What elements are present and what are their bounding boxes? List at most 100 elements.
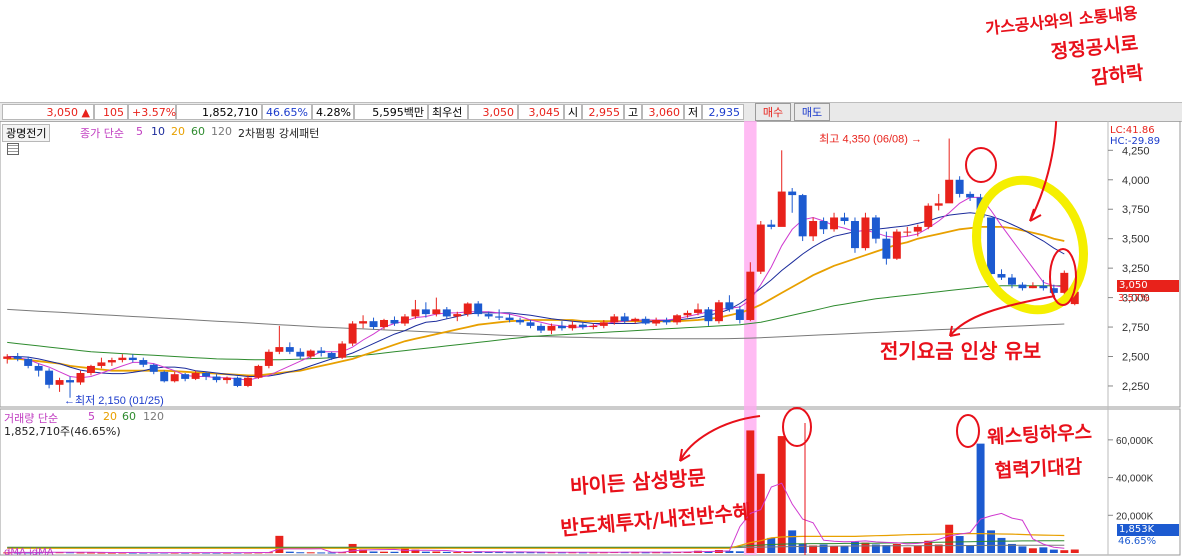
candle-body xyxy=(620,316,629,322)
candle-body xyxy=(264,351,273,366)
volume-bar xyxy=(746,430,755,553)
candle-body xyxy=(453,314,462,317)
sell-button[interactable]: 매도 xyxy=(794,103,830,121)
hc-value: HC:-29.89 xyxy=(1110,136,1161,147)
candle-body xyxy=(107,360,116,363)
volume-ma5-line xyxy=(7,482,1065,554)
candle-body xyxy=(118,357,127,361)
turnover: 4.28% xyxy=(312,104,354,120)
low-value: 2,935 xyxy=(702,104,744,120)
candle-body xyxy=(212,376,221,381)
volume-bar xyxy=(421,551,430,553)
candle-body xyxy=(934,203,943,206)
candle-body xyxy=(966,193,975,198)
volume-bar xyxy=(1070,549,1079,553)
candle-body xyxy=(830,217,839,230)
candle-body xyxy=(411,309,420,317)
ma-legend-20: 20 xyxy=(171,125,185,138)
candle-body xyxy=(589,325,598,328)
ma-legend-5: 5 xyxy=(136,125,143,138)
red-circle-volume-spike-2 xyxy=(956,414,980,448)
stock-name[interactable]: 광명전기 xyxy=(2,124,51,142)
candle-body xyxy=(76,373,85,383)
best-ask: 3,050 xyxy=(468,104,518,120)
candle-body xyxy=(3,356,12,359)
annotation-wh-line-2: 협력기대감 xyxy=(994,455,1083,483)
volume-bar xyxy=(296,552,305,554)
open-label: 시 xyxy=(564,104,582,120)
candle-body xyxy=(871,217,880,239)
candle-body xyxy=(547,325,556,331)
volume-bar xyxy=(1049,549,1058,553)
candle-body xyxy=(756,224,765,272)
volume-bar xyxy=(955,536,964,553)
open-value: 2,955 xyxy=(582,104,624,120)
candle-body xyxy=(987,217,996,275)
candle-body xyxy=(955,179,964,194)
ma-legend-10: 10 xyxy=(151,125,165,138)
volume-bar xyxy=(735,551,744,553)
candle-body xyxy=(1018,284,1027,289)
candle-body xyxy=(463,303,472,315)
candle-body xyxy=(191,373,200,379)
candle-body xyxy=(652,319,661,324)
candle-body xyxy=(568,324,577,329)
candle-body xyxy=(202,373,211,377)
volume-bar xyxy=(1028,548,1037,553)
low-label: 저 xyxy=(684,104,702,120)
candle-body xyxy=(243,377,252,386)
candle-body xyxy=(149,364,158,372)
candle-body xyxy=(861,217,870,249)
volume-bar xyxy=(788,530,797,553)
volume-tick-label: 40,000K xyxy=(1116,474,1154,485)
candle-body xyxy=(777,191,786,227)
annotation-wh-line-1: 웨스팅하우스 xyxy=(986,421,1093,449)
current-price: 3,050 ▲ xyxy=(2,104,94,120)
high-value: 3,060 xyxy=(642,104,684,120)
candle-body xyxy=(181,374,190,379)
price-tick-label: 2,250 xyxy=(1122,381,1150,393)
volume-bar xyxy=(861,542,870,553)
candle-body xyxy=(882,238,891,259)
volume-legend-20: 20 xyxy=(103,410,117,423)
indicator-name: 2차펌핑 강세패턴 xyxy=(238,127,320,140)
buy-button[interactable]: 매수 xyxy=(755,103,791,121)
candle-body xyxy=(338,343,347,358)
candle-body xyxy=(233,377,242,386)
price-tick-label: 4,250 xyxy=(1122,145,1150,157)
price-tick-label: 4,000 xyxy=(1122,175,1150,187)
current-pct-tag: 3.57% xyxy=(1118,293,1150,304)
volume-bar xyxy=(453,552,462,554)
candle-body xyxy=(840,217,849,222)
lc-value: LC:41.86 xyxy=(1110,125,1155,136)
candle-body xyxy=(725,302,734,310)
current-price-tag: 3,050 xyxy=(1117,280,1179,292)
candle-body xyxy=(913,226,922,232)
candle-body xyxy=(390,319,399,324)
volume-bar xyxy=(976,443,985,553)
candle-body xyxy=(578,324,587,328)
price-tick-label: 3,750 xyxy=(1122,204,1150,216)
candle-body xyxy=(474,303,483,315)
volume-ratio: 46.65% xyxy=(262,104,312,120)
volume-legend-120: 120 xyxy=(143,410,164,423)
candle-body xyxy=(254,365,263,378)
candle-body xyxy=(306,350,315,357)
volume-bar xyxy=(903,547,912,553)
best-bid: 3,045 xyxy=(518,104,564,120)
candle-body xyxy=(735,309,744,320)
candle-body xyxy=(128,357,137,361)
candle-body xyxy=(296,351,305,357)
candle-body xyxy=(139,360,148,365)
price-panel-frame xyxy=(0,121,1181,408)
volume-bar xyxy=(369,551,378,553)
ma-legend-60: 60 xyxy=(191,125,205,138)
price-change: 105 xyxy=(94,104,128,120)
grid-icon[interactable] xyxy=(7,143,19,155)
candle-body xyxy=(945,179,954,204)
arrow-biden-head xyxy=(679,448,691,462)
candle-body xyxy=(610,316,619,323)
candle-body xyxy=(369,321,378,328)
candle-body xyxy=(997,274,1006,278)
candle-body xyxy=(97,362,106,366)
